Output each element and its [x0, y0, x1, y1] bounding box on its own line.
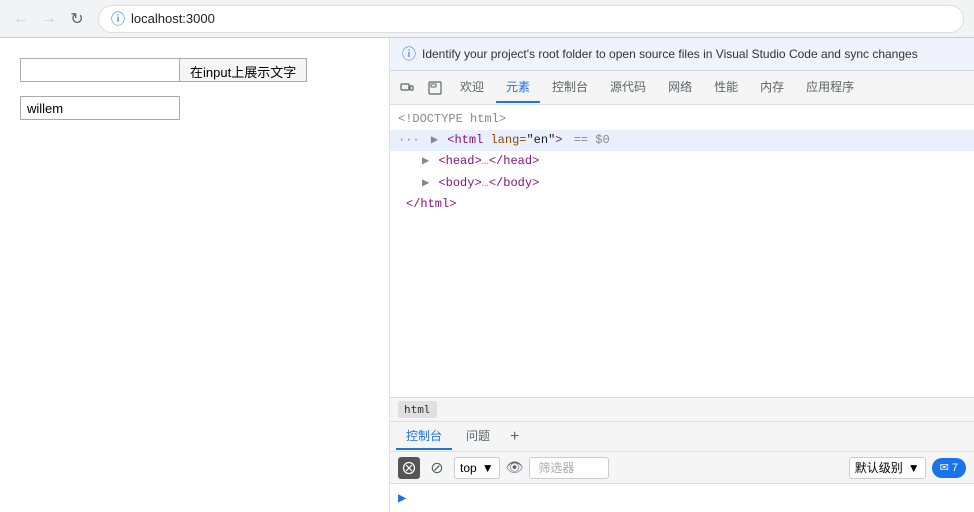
clear-console-button[interactable]	[398, 457, 420, 479]
con-tab-console[interactable]: 控制台	[396, 423, 452, 450]
html-line[interactable]: ··· ▶ <html lang="en"> == $0	[390, 130, 974, 151]
con-tab-issues[interactable]: 问题	[456, 423, 500, 450]
console-section: 控制台 问题 + ⊘ top ▼ 👁	[390, 421, 974, 512]
info-bar: ⓘ Identify your project's root folder to…	[390, 38, 974, 71]
back-button[interactable]: ←	[10, 8, 32, 30]
head-tag: <head>	[438, 154, 481, 168]
head-line[interactable]: ▶ <head>…</head>	[390, 151, 974, 172]
tab-elements[interactable]: 元素	[496, 72, 540, 103]
show-button[interactable]: 在input上展示文字	[180, 58, 307, 82]
page-content: 在input上展示文字	[0, 38, 390, 512]
console-body: ▶	[390, 484, 974, 512]
console-tabs: 控制台 问题 +	[390, 422, 974, 452]
input-row: 在input上展示文字	[20, 58, 369, 82]
reload-button[interactable]: ↻	[66, 8, 88, 30]
console-expand-arrow[interactable]: ▶	[398, 490, 406, 506]
head-ellipsis: …	[482, 154, 489, 168]
text-input[interactable]	[20, 58, 180, 82]
bottom-bar: html	[390, 397, 974, 421]
message-badge: ✉ 7	[932, 458, 966, 478]
devtools-panel: ⓘ Identify your project's root folder to…	[390, 38, 974, 512]
elements-select-icon[interactable]	[422, 75, 448, 101]
address-bar[interactable]: ⓘ localhost:3000	[98, 5, 964, 33]
doctype-line: <!DOCTYPE html>	[390, 109, 974, 130]
level-selector[interactable]: 默认级别 ▼	[849, 457, 926, 479]
html-lang-attr: lang=	[490, 133, 526, 147]
html-selector: == $0	[574, 133, 610, 147]
address-text: localhost:3000	[131, 11, 215, 26]
filter-placeholder: 筛选器	[538, 461, 574, 475]
head-arrow[interactable]: ▶	[422, 154, 429, 168]
browser-chrome: ← → ↻ ⓘ localhost:3000	[0, 0, 974, 38]
value-input-row	[20, 96, 369, 120]
html-dots: ···	[398, 133, 420, 147]
body-line[interactable]: ▶ <body>…</body>	[390, 173, 974, 194]
tab-application[interactable]: 应用程序	[796, 72, 864, 103]
elements-panel: <!DOCTYPE html> ··· ▶ <html lang="en"> =…	[390, 105, 974, 397]
breadcrumb[interactable]: html	[398, 401, 437, 418]
add-tab-button[interactable]: +	[504, 426, 525, 448]
doctype-text: <!DOCTYPE html>	[398, 112, 506, 126]
html-close-bracket: >	[555, 133, 562, 147]
info-bar-icon: ⓘ	[402, 44, 416, 64]
console-toolbar: ⊘ top ▼ 👁 筛选器 默认级别 ▼ ✉ 7	[390, 452, 974, 484]
head-close-tag: </head>	[489, 154, 539, 168]
body-tag: <body>	[438, 176, 481, 190]
main-area: 在input上展示文字 ⓘ Identify your project's ro…	[0, 38, 974, 512]
device-toolbar-icon[interactable]	[394, 75, 420, 101]
body-close-tag: </body>	[489, 176, 539, 190]
eye-icon[interactable]: 👁	[506, 459, 524, 476]
tab-welcome[interactable]: 欢迎	[450, 72, 494, 103]
badge-count: 7	[952, 462, 958, 474]
tab-network[interactable]: 网络	[658, 72, 702, 103]
body-arrow[interactable]: ▶	[422, 176, 429, 190]
tab-sources[interactable]: 源代码	[600, 72, 656, 103]
html-open-tag: <html	[447, 133, 490, 147]
html-arrow[interactable]: ▶	[431, 133, 438, 147]
filter-input[interactable]: 筛选器	[529, 457, 609, 479]
level-dropdown-icon: ▼	[908, 461, 920, 475]
info-bar-text: Identify your project's root folder to o…	[422, 47, 918, 61]
devtools-tabs: 欢迎 元素 控制台 源代码 网络 性能 内存 应用程序	[390, 71, 974, 105]
body-ellipsis: …	[482, 176, 489, 190]
badge-icon: ✉	[940, 461, 949, 474]
close-html-tag: </html>	[406, 197, 456, 211]
context-selector[interactable]: top ▼	[454, 457, 500, 479]
tab-memory[interactable]: 内存	[750, 72, 794, 103]
value-input[interactable]	[20, 96, 180, 120]
tab-console[interactable]: 控制台	[542, 72, 598, 103]
context-label: top	[460, 461, 477, 475]
tab-performance[interactable]: 性能	[704, 72, 748, 103]
forward-button[interactable]: →	[38, 8, 60, 30]
ban-icon[interactable]: ⊘	[426, 457, 448, 479]
close-html-line: </html>	[390, 194, 974, 215]
address-info-icon: ⓘ	[111, 9, 125, 29]
context-dropdown-icon: ▼	[482, 461, 494, 475]
level-label: 默认级别	[855, 459, 903, 476]
html-lang-value: "en"	[526, 133, 555, 147]
nav-buttons: ← → ↻	[10, 8, 88, 30]
